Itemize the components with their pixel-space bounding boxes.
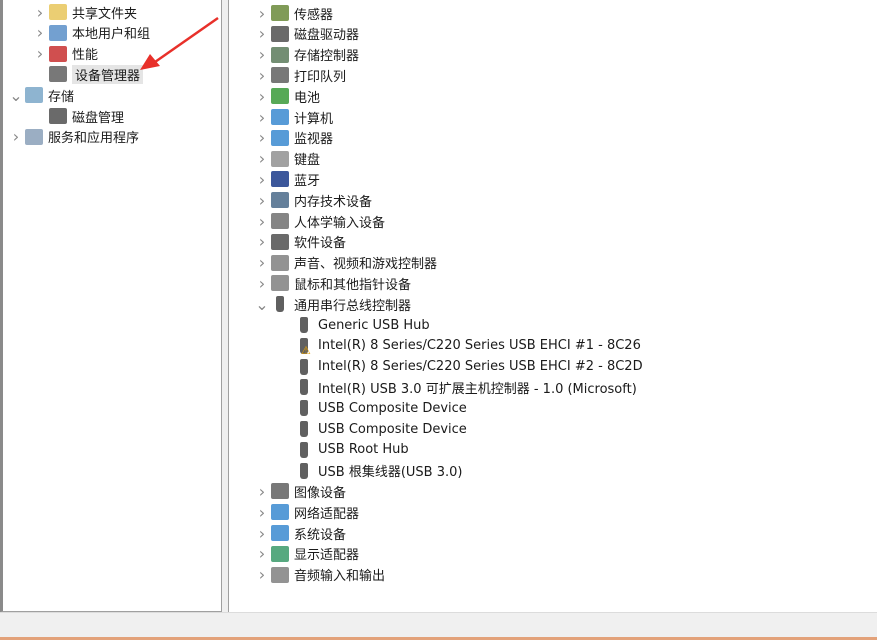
red-arrow-annotation	[140, 16, 219, 70]
